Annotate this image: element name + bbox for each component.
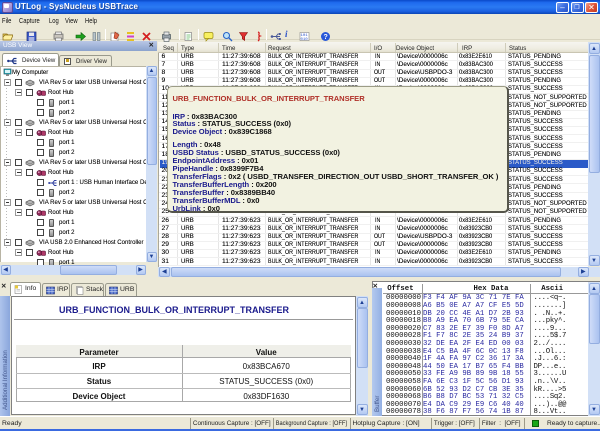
- svg-text:?: ?: [324, 34, 328, 41]
- svg-text:010: 010: [301, 38, 309, 42]
